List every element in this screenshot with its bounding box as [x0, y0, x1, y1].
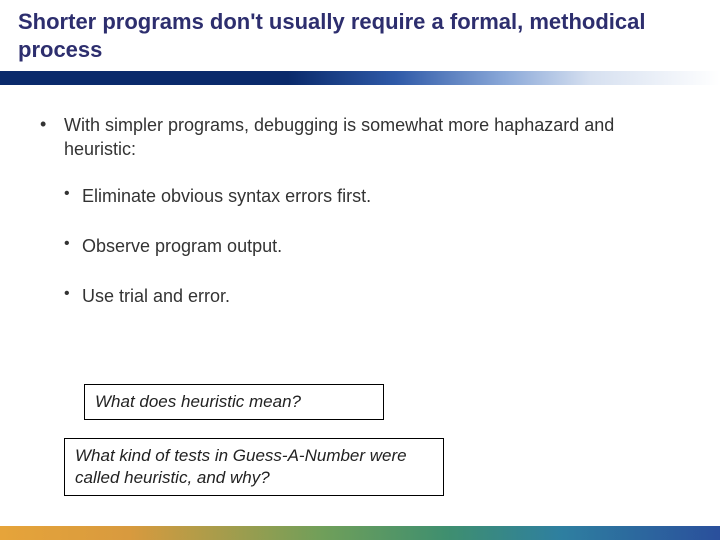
footer-gradient-bar: [0, 526, 720, 540]
callout-box-1: What does heuristic mean?: [84, 384, 384, 420]
slide-title: Shorter programs don't usually require a…: [18, 8, 702, 63]
callout-text: What does heuristic mean?: [95, 392, 301, 411]
content-area: • With simpler programs, debugging is so…: [0, 85, 720, 308]
bullet-text: Observe program output.: [82, 234, 282, 258]
callout-text: What kind of tests in Guess-A-Number wer…: [75, 446, 407, 487]
bullet-icon: •: [64, 184, 82, 205]
callout-box-2: What kind of tests in Guess-A-Number wer…: [64, 438, 444, 496]
slide: Shorter programs don't usually require a…: [0, 0, 720, 540]
bullet-level2: • Eliminate obvious syntax errors first.: [64, 184, 680, 208]
title-divider-bar: [0, 71, 720, 85]
bullet-text: Eliminate obvious syntax errors first.: [82, 184, 371, 208]
title-area: Shorter programs don't usually require a…: [0, 0, 720, 69]
bullet-icon: •: [64, 234, 82, 255]
bullet-text: With simpler programs, debugging is some…: [64, 113, 680, 162]
bullet-level2: • Observe program output.: [64, 234, 680, 258]
bullet-icon: •: [64, 284, 82, 305]
bullet-level2: • Use trial and error.: [64, 284, 680, 308]
bullet-icon: •: [40, 113, 64, 136]
bullet-text: Use trial and error.: [82, 284, 230, 308]
bullet-level1: • With simpler programs, debugging is so…: [40, 113, 680, 162]
